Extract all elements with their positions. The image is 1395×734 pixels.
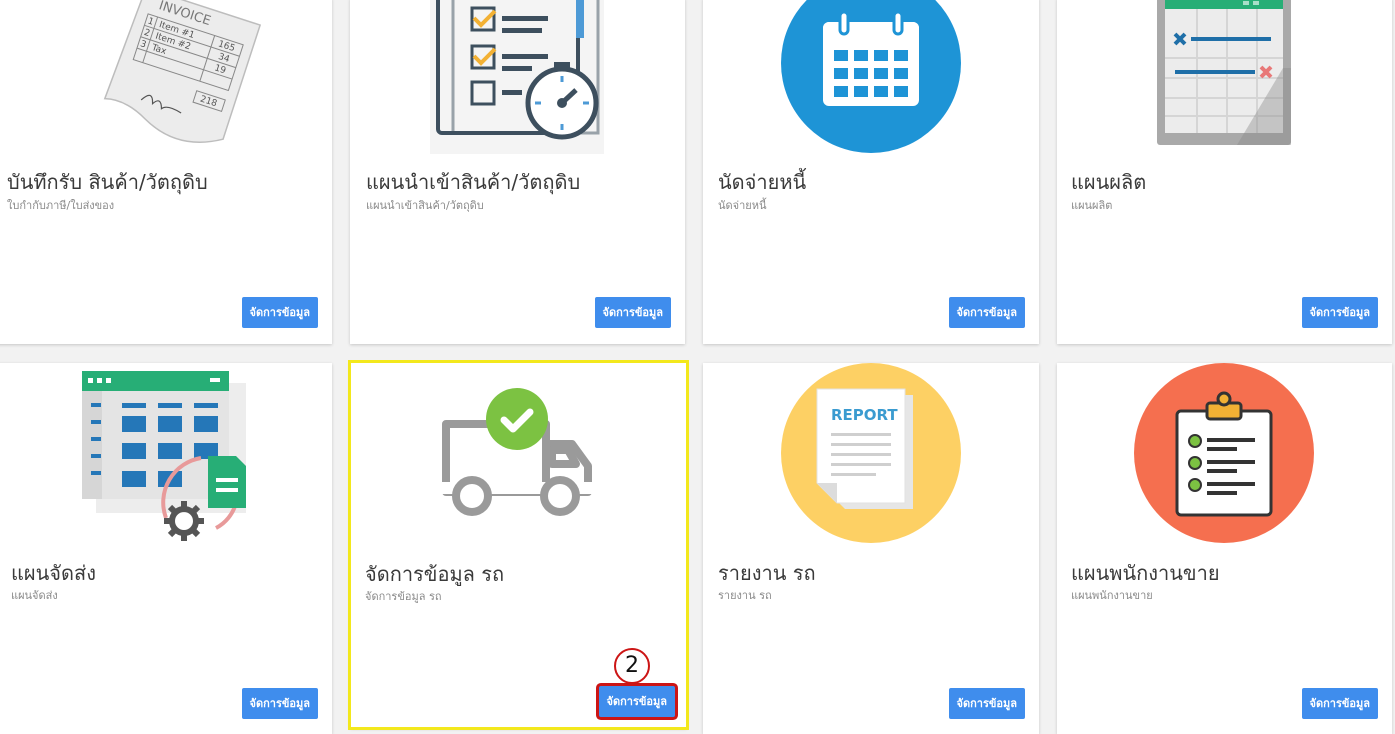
- sheet-gear-icon: [0, 363, 332, 543]
- manage-data-button[interactable]: จัดการข้อมูล: [241, 297, 318, 328]
- manage-data-button[interactable]: จัดการข้อมูล: [948, 297, 1025, 328]
- clipboard-icon: [1057, 363, 1392, 543]
- report-icon: REPORT: [703, 363, 1039, 543]
- manage-data-button[interactable]: จัดการข้อมูล: [594, 297, 671, 328]
- step-number-badge: 2: [614, 648, 650, 684]
- calendar-icon: [703, 0, 1039, 156]
- card-delivery-plan: แผนจัดส่ง แผนจัดส่ง จัดการข้อมูล: [0, 363, 332, 734]
- report-label: REPORT: [831, 406, 898, 424]
- card-subtitle: แผนนำเข้าสินค้า/วัตถุดิบ: [366, 199, 484, 212]
- card-title: บันทึกรับ สินค้า/วัตถุดิบ: [7, 170, 208, 194]
- card-title: รายงาน รถ: [718, 561, 816, 585]
- invoice-icon: INVOICE 1 Item #1 165 2 Item #2 34 3 Tax 19 21…: [0, 0, 332, 156]
- truck-check-icon: [350, 362, 687, 542]
- card-subtitle: แผนจัดส่ง: [11, 589, 58, 602]
- card-subtitle: นัดจ่ายหนี้: [718, 199, 767, 212]
- card-debt-payment: นัดจ่ายหนี้ นัดจ่ายหนี้ จัดการข้อมูล: [703, 0, 1039, 344]
- card-title: แผนพนักงานขาย: [1071, 561, 1220, 585]
- card-subtitle: รายงาน รถ: [718, 589, 772, 602]
- card-production-plan: แผนผลิต แผนผลิต จัดการข้อมูล: [1057, 0, 1392, 344]
- card-sales-staff-plan: แผนพนักงานขาย แผนพนักงานขาย จัดการข้อมูล: [1057, 363, 1392, 734]
- card-title: แผนจัดส่ง: [11, 561, 96, 585]
- manage-data-button[interactable]: จัดการข้อมูล: [1301, 688, 1378, 719]
- card-goods-receipt: INVOICE 1 Item #1 165 2 Item #2 34 3 Tax 19 21…: [0, 0, 332, 344]
- card-vehicle-data: จัดการข้อมูล รถ จัดการข้อมูล รถ 2 จัดการ…: [348, 360, 689, 730]
- card-subtitle: แผนพนักงานขาย: [1071, 589, 1153, 602]
- card-title: จัดการข้อมูล รถ: [365, 562, 505, 586]
- card-title: แผนนำเข้าสินค้า/วัตถุดิบ: [366, 170, 581, 194]
- card-subtitle: จัดการข้อมูล รถ: [365, 590, 442, 603]
- card-title: แผนผลิต: [1071, 170, 1147, 194]
- manage-data-button[interactable]: จัดการข้อมูล: [1301, 297, 1378, 328]
- card-title: นัดจ่ายหนี้: [718, 170, 807, 194]
- card-subtitle: ใบกำกับภาษี/ใบส่งของ: [7, 199, 115, 212]
- manage-data-button[interactable]: จัดการข้อมูล: [948, 688, 1025, 719]
- manage-data-button[interactable]: จัดการข้อมูล: [241, 688, 318, 719]
- card-subtitle: แผนผลิต: [1071, 199, 1113, 212]
- spreadsheet-icon: [1057, 0, 1392, 156]
- manage-data-button[interactable]: จัดการข้อมูล: [598, 686, 675, 717]
- checklist-stopwatch-icon: [350, 0, 685, 156]
- card-import-plan: แผนนำเข้าสินค้า/วัตถุดิบ แผนนำเข้าสินค้า…: [350, 0, 685, 344]
- card-vehicle-report: REPORT รายงาน รถ รายงาน รถ จัดการข้อมูล: [703, 363, 1039, 734]
